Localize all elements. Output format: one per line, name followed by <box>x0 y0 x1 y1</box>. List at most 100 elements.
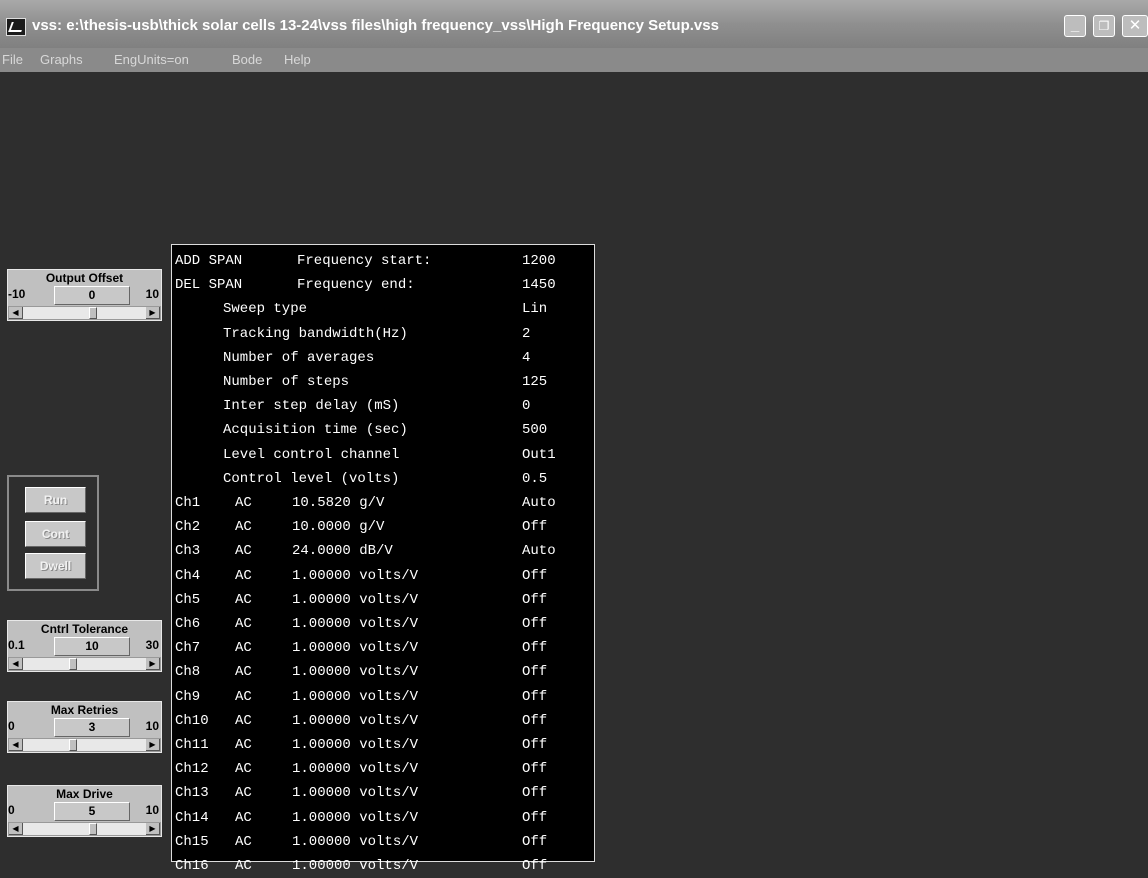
channel-mode[interactable]: Off <box>522 564 547 588</box>
channel-row[interactable]: Ch11 AC 1.00000 volts/V Off <box>172 733 594 757</box>
channel-row[interactable]: Ch9 AC 1.00000 volts/V Off <box>172 685 594 709</box>
menu-engunits[interactable]: EngUnits=on <box>114 52 189 67</box>
channel-row[interactable]: Ch4 AC 1.00000 volts/V Off <box>172 564 594 588</box>
channel-mode[interactable]: Off <box>522 709 547 733</box>
channel-row[interactable]: Ch5 AC 1.00000 volts/V Off <box>172 588 594 612</box>
max-drive-value[interactable]: 5 <box>54 802 130 821</box>
restore-icon[interactable]: ❐ <box>1093 15 1115 37</box>
slider-left-arrow-icon[interactable]: ◀ <box>9 823 23 835</box>
cntrl-tolerance-thumb[interactable] <box>69 658 77 670</box>
cntrl-tolerance-value[interactable]: 10 <box>54 637 130 656</box>
channel-mode[interactable]: Auto <box>522 491 556 515</box>
channel-coupling[interactable]: AC <box>235 660 252 684</box>
slider-right-arrow-icon[interactable]: ▶ <box>146 307 160 319</box>
channel-row[interactable]: Ch16 AC 1.00000 volts/V Off <box>172 854 594 878</box>
frequency-start-value[interactable]: 1200 <box>522 249 556 273</box>
channel-mode[interactable]: Off <box>522 588 547 612</box>
channel-coupling[interactable]: AC <box>235 636 252 660</box>
max-retries-slider[interactable]: ◀ ▶ <box>8 738 161 752</box>
channel-sensitivity[interactable]: 10.5820 g/V <box>292 491 384 515</box>
slider-right-arrow-icon[interactable]: ▶ <box>146 658 160 670</box>
channel-sensitivity[interactable]: 1.00000 volts/V <box>292 564 418 588</box>
cont-button[interactable]: Cont <box>25 521 86 547</box>
channel-sensitivity[interactable]: 24.0000 dB/V <box>292 539 393 563</box>
close-icon[interactable]: ✕ <box>1122 15 1148 37</box>
app-icon[interactable] <box>6 18 26 36</box>
slider-right-arrow-icon[interactable]: ▶ <box>146 823 160 835</box>
param-value[interactable]: Out1 <box>522 443 556 467</box>
param-value[interactable]: Lin <box>522 297 547 321</box>
dwell-button[interactable]: Dwell <box>25 553 86 579</box>
max-drive-slider[interactable]: ◀ ▶ <box>8 822 161 836</box>
channel-mode[interactable]: Off <box>522 515 547 539</box>
cntrl-tolerance-slider[interactable]: ◀ ▶ <box>8 657 161 671</box>
channel-row[interactable]: Ch7 AC 1.00000 volts/V Off <box>172 636 594 660</box>
channel-coupling[interactable]: AC <box>235 515 252 539</box>
channel-row[interactable]: Ch12 AC 1.00000 volts/V Off <box>172 757 594 781</box>
channel-coupling[interactable]: AC <box>235 539 252 563</box>
channel-sensitivity[interactable]: 10.0000 g/V <box>292 515 384 539</box>
channel-mode[interactable]: Off <box>522 733 547 757</box>
channel-sensitivity[interactable]: 1.00000 volts/V <box>292 588 418 612</box>
menu-bode[interactable]: Bode <box>232 52 262 67</box>
channel-row[interactable]: Ch10 AC 1.00000 volts/V Off <box>172 709 594 733</box>
max-retries-thumb[interactable] <box>69 739 77 751</box>
add-span-button[interactable]: ADD SPAN <box>175 249 242 273</box>
channel-sensitivity[interactable]: 1.00000 volts/V <box>292 854 418 878</box>
channel-coupling[interactable]: AC <box>235 806 252 830</box>
channel-row[interactable]: Ch3 AC 24.0000 dB/V Auto <box>172 539 594 563</box>
channel-row[interactable]: Ch13 AC 1.00000 volts/V Off <box>172 781 594 805</box>
slider-left-arrow-icon[interactable]: ◀ <box>9 739 23 751</box>
channel-sensitivity[interactable]: 1.00000 volts/V <box>292 757 418 781</box>
channel-mode[interactable]: Off <box>522 830 547 854</box>
max-drive-thumb[interactable] <box>89 823 97 835</box>
channel-coupling[interactable]: AC <box>235 588 252 612</box>
channel-mode[interactable]: Off <box>522 854 547 878</box>
channel-coupling[interactable]: AC <box>235 564 252 588</box>
channel-sensitivity[interactable]: 1.00000 volts/V <box>292 660 418 684</box>
max-retries-value[interactable]: 3 <box>54 718 130 737</box>
slider-left-arrow-icon[interactable]: ◀ <box>9 658 23 670</box>
channel-row[interactable]: Ch8 AC 1.00000 volts/V Off <box>172 660 594 684</box>
channel-sensitivity[interactable]: 1.00000 volts/V <box>292 612 418 636</box>
channel-mode[interactable]: Off <box>522 685 547 709</box>
channel-coupling[interactable]: AC <box>235 685 252 709</box>
frequency-end-value[interactable]: 1450 <box>522 273 556 297</box>
channel-mode[interactable]: Off <box>522 806 547 830</box>
minimize-icon[interactable]: _ <box>1064 15 1086 37</box>
param-value[interactable]: 500 <box>522 418 547 442</box>
slider-left-arrow-icon[interactable]: ◀ <box>9 307 23 319</box>
channel-mode[interactable]: Off <box>522 660 547 684</box>
channel-coupling[interactable]: AC <box>235 781 252 805</box>
channel-sensitivity[interactable]: 1.00000 volts/V <box>292 685 418 709</box>
run-button[interactable]: Run <box>25 487 86 513</box>
channel-coupling[interactable]: AC <box>235 733 252 757</box>
channel-sensitivity[interactable]: 1.00000 volts/V <box>292 636 418 660</box>
output-offset-value[interactable]: 0 <box>54 286 130 305</box>
channel-mode[interactable]: Off <box>522 612 547 636</box>
slider-right-arrow-icon[interactable]: ▶ <box>146 739 160 751</box>
channel-mode[interactable]: Off <box>522 636 547 660</box>
output-offset-slider[interactable]: ◀ ▶ <box>8 306 161 320</box>
channel-row[interactable]: Ch15 AC 1.00000 volts/V Off <box>172 830 594 854</box>
channel-coupling[interactable]: AC <box>235 491 252 515</box>
menu-file[interactable]: File <box>2 52 23 67</box>
menu-help[interactable]: Help <box>284 52 311 67</box>
channel-row[interactable]: Ch2 AC 10.0000 g/V Off <box>172 515 594 539</box>
title-bar[interactable]: vss: e:\thesis-usb\thick solar cells 13-… <box>0 0 1148 48</box>
channel-coupling[interactable]: AC <box>235 757 252 781</box>
output-offset-thumb[interactable] <box>89 307 97 319</box>
channel-row[interactable]: Ch14 AC 1.00000 volts/V Off <box>172 806 594 830</box>
param-value[interactable]: 125 <box>522 370 547 394</box>
channel-sensitivity[interactable]: 1.00000 volts/V <box>292 806 418 830</box>
param-value[interactable]: 4 <box>522 346 530 370</box>
channel-sensitivity[interactable]: 1.00000 volts/V <box>292 781 418 805</box>
menu-graphs[interactable]: Graphs <box>40 52 83 67</box>
channel-row[interactable]: Ch6 AC 1.00000 volts/V Off <box>172 612 594 636</box>
channel-mode[interactable]: Off <box>522 781 547 805</box>
channel-coupling[interactable]: AC <box>235 854 252 878</box>
channel-mode[interactable]: Off <box>522 757 547 781</box>
channel-sensitivity[interactable]: 1.00000 volts/V <box>292 733 418 757</box>
channel-row[interactable]: Ch1 AC 10.5820 g/V Auto <box>172 491 594 515</box>
channel-coupling[interactable]: AC <box>235 709 252 733</box>
